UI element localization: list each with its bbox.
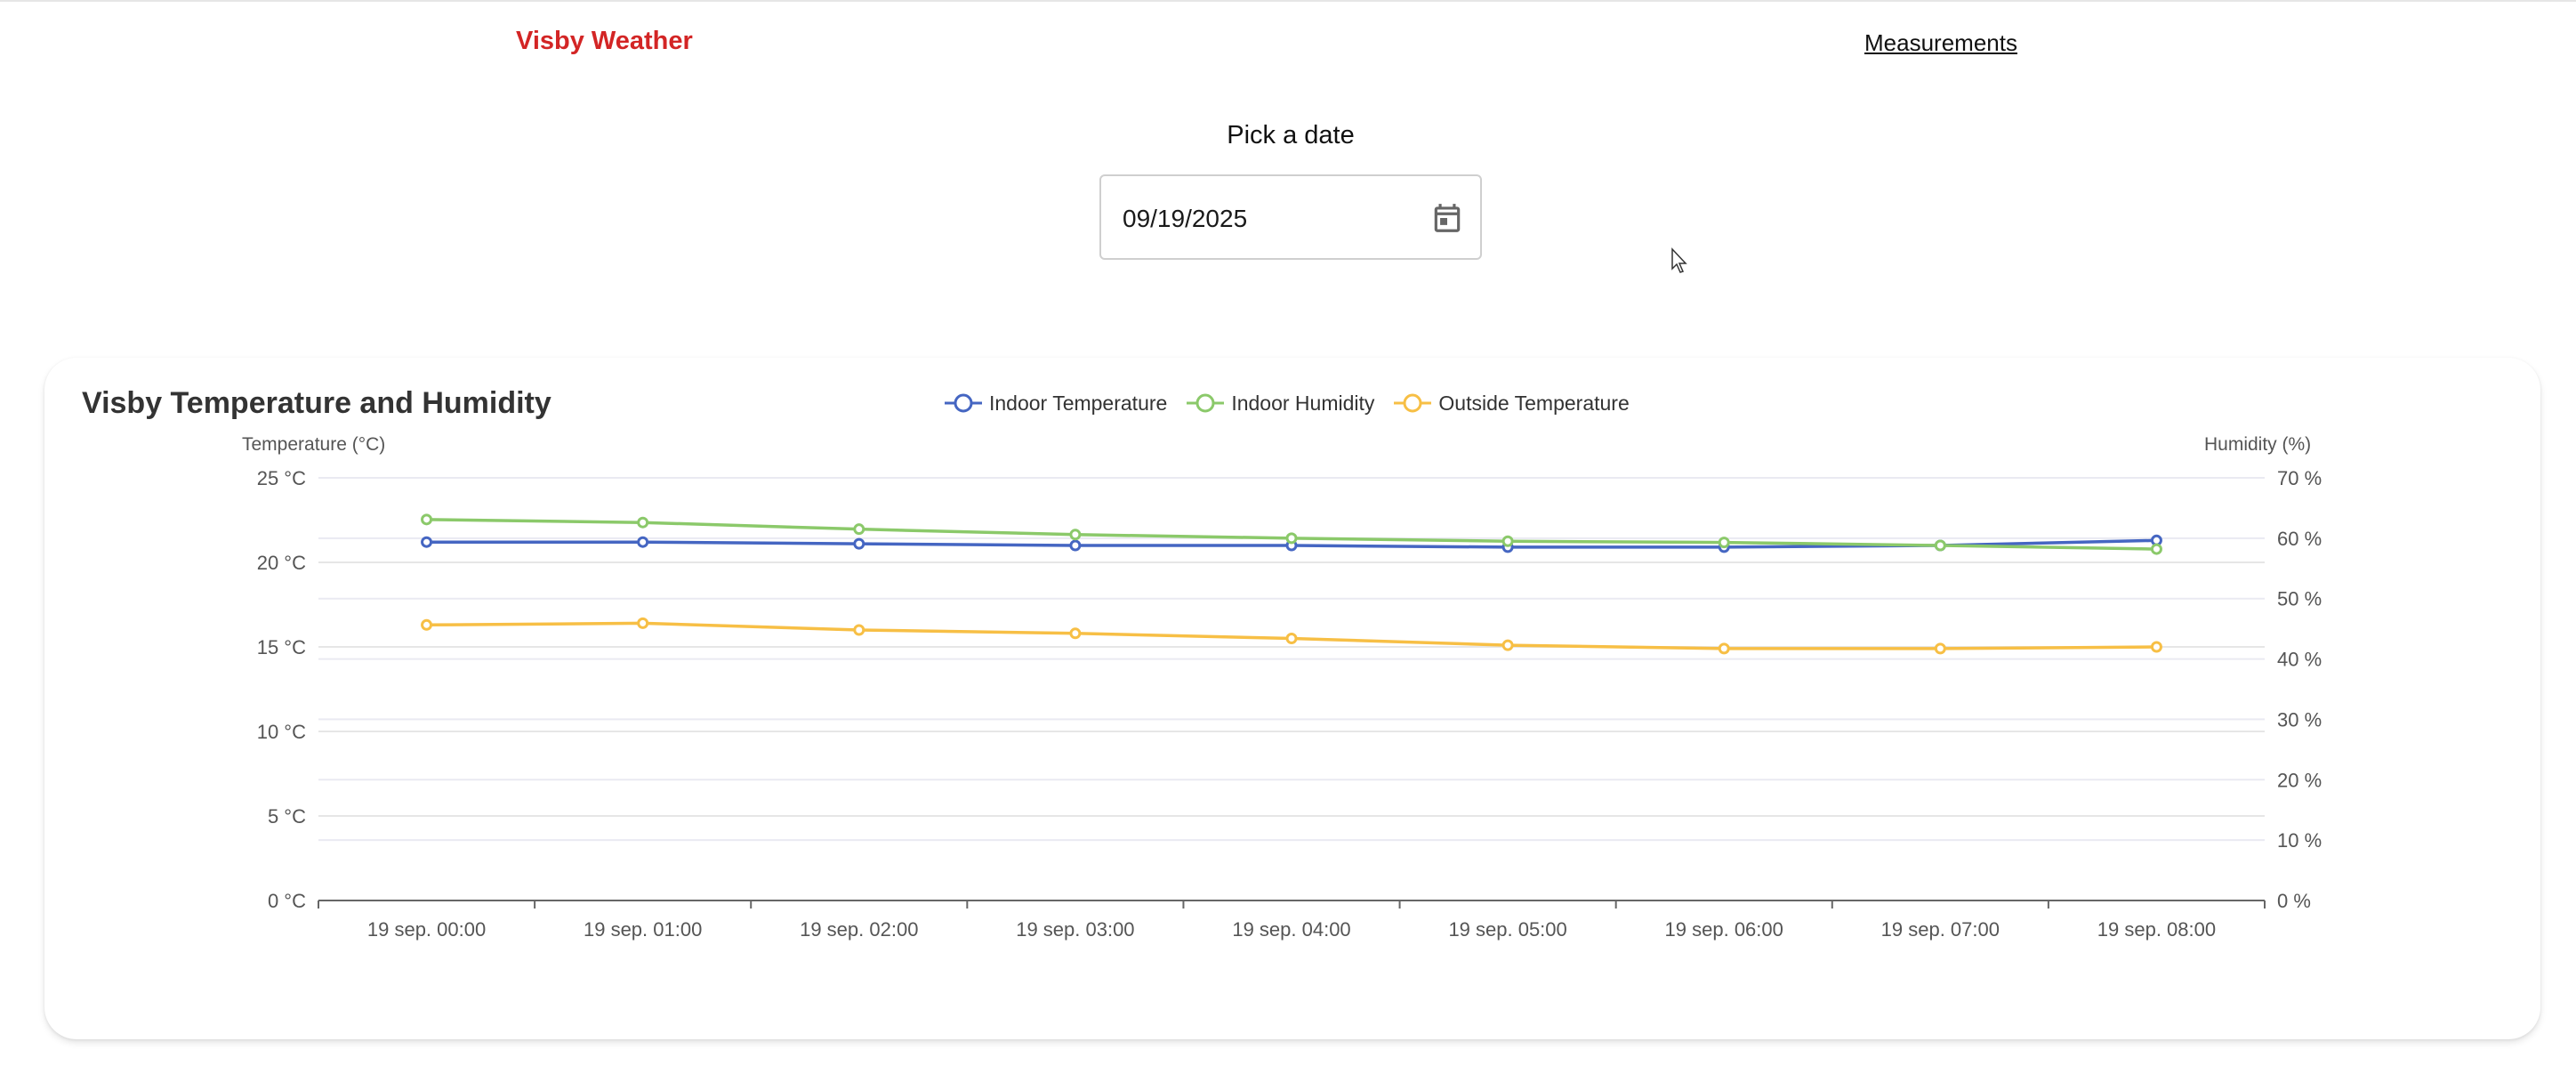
legend-item-outside-temperature[interactable]: Outside Temperature (1394, 391, 1630, 416)
date-input[interactable]: 09/19/2025 (1099, 174, 1482, 260)
measurements-link[interactable]: Measurements (1864, 29, 2017, 57)
legend-marker-outside-temperature (1394, 393, 1432, 413)
calendar-icon[interactable] (1430, 201, 1464, 235)
date-input-value: 09/19/2025 (1123, 205, 1248, 232)
legend-marker-indoor-temperature (945, 393, 982, 413)
left-axis-title: Temperature (°C) (242, 434, 386, 455)
brand-link[interactable]: Visby Weather (516, 27, 693, 56)
legend-marker-indoor-humidity (1187, 393, 1225, 413)
legend-label-outside-temperature: Outside Temperature (1438, 391, 1630, 415)
top-border (0, 0, 2576, 2)
chart-title: Visby Temperature and Humidity (82, 386, 551, 420)
right-axis-title: Humidity (%) (2204, 434, 2312, 455)
legend-item-indoor-humidity[interactable]: Indoor Humidity (1187, 392, 1374, 416)
mouse-cursor-icon (1671, 247, 1687, 273)
legend-label-indoor-humidity: Indoor Humidity (1231, 391, 1375, 415)
legend-item-indoor-temperature[interactable]: Indoor Temperature (945, 392, 1167, 416)
date-picker-label: Pick a date (1227, 121, 1355, 149)
chart-card (44, 358, 2540, 1039)
legend-label-indoor-temperature: Indoor Temperature (989, 391, 1168, 415)
chart-legend: Indoor Temperature Indoor Humidity Outsi… (945, 388, 1630, 418)
